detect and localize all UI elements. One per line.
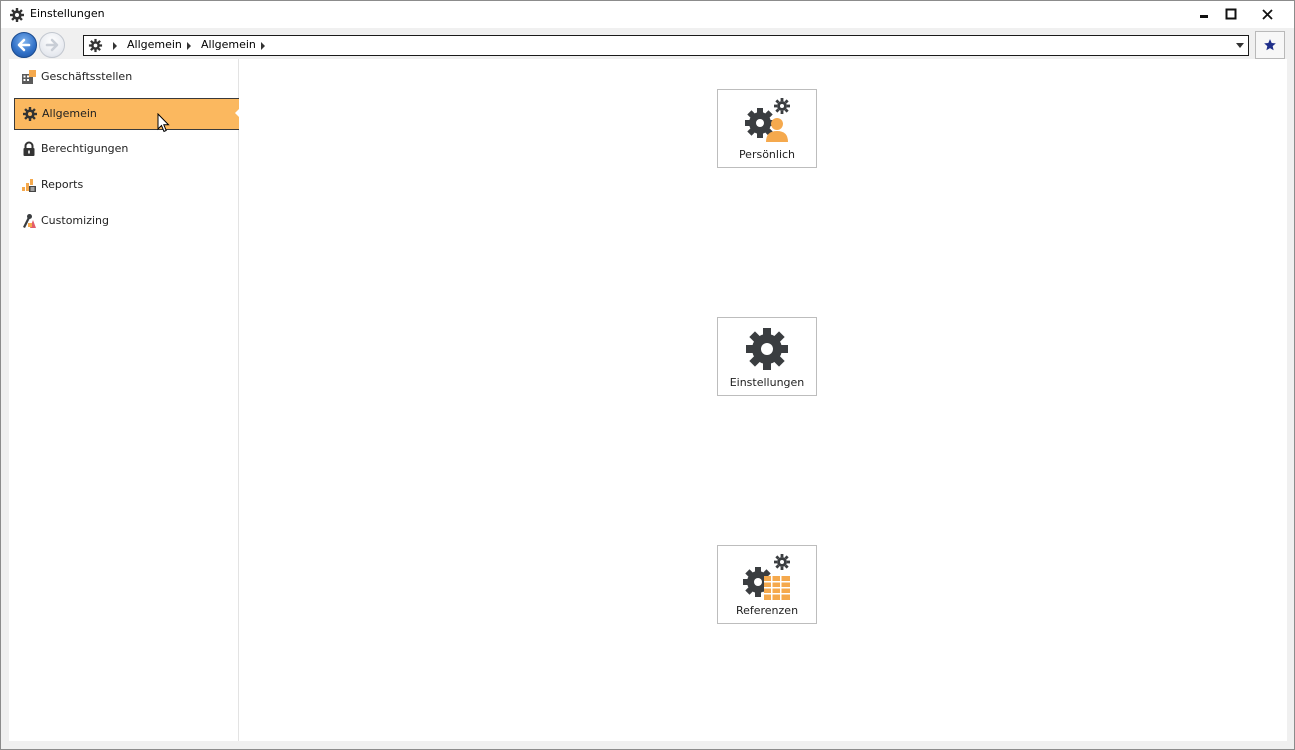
maximize-button[interactable] <box>1216 1 1246 27</box>
sidebar-item-customizing[interactable]: Customizing <box>14 206 237 236</box>
gear-icon <box>10 8 24 22</box>
reports-icon <box>22 179 36 192</box>
sidebar-item-geschaeftsstellen[interactable]: Geschäftsstellen <box>14 62 237 92</box>
window-title: Einstellungen <box>30 7 105 20</box>
sidebar: Geschäftsstellen Allgemein Berechtigunge… <box>9 59 240 741</box>
back-button[interactable] <box>11 32 37 58</box>
sidebar-item-label: Customizing <box>41 214 109 227</box>
sidebar-item-allgemein[interactable]: Allgemein <box>14 98 240 130</box>
sidebar-item-label: Geschäftsstellen <box>41 70 133 83</box>
lock-icon <box>23 141 35 156</box>
gear-icon <box>23 107 37 121</box>
sidebar-item-reports[interactable]: Reports <box>14 170 237 200</box>
breadcrumb-separator-icon[interactable] <box>261 42 265 50</box>
sidebar-item-label: Allgemein <box>42 107 97 120</box>
tile-persoenlich[interactable]: Persönlich <box>717 89 817 168</box>
close-icon <box>1261 8 1273 20</box>
breadcrumb-separator-icon[interactable] <box>113 42 117 50</box>
minimize-button[interactable] <box>1189 1 1219 27</box>
breadcrumb-item[interactable]: Allgemein <box>127 38 182 51</box>
title-bar: Einstellungen <box>1 1 1294 28</box>
tile-label: Persönlich <box>738 148 796 161</box>
arrow-right-icon <box>45 38 59 52</box>
tile-einstellungen[interactable]: Einstellungen <box>717 317 817 396</box>
minimize-icon <box>1200 15 1208 18</box>
breadcrumb-item[interactable]: Allgemein <box>201 38 256 51</box>
breadcrumb[interactable]: Allgemein Allgemein <box>83 35 1249 56</box>
arrow-left-icon <box>17 38 31 52</box>
tile-label: Referenzen <box>735 604 799 617</box>
close-button[interactable] <box>1252 1 1282 27</box>
gear-person-icon <box>745 98 790 142</box>
favorite-button[interactable] <box>1255 31 1285 59</box>
main-content: Persönlich Einstellungen Referenzen <box>239 59 1287 741</box>
settings-window: Einstellungen Allgemein Allgemein Geschä… <box>0 0 1295 750</box>
mouse-cursor-icon <box>157 113 170 133</box>
address-bar: Allgemein Allgemein <box>1 29 1294 59</box>
building-icon <box>22 70 36 84</box>
star-icon <box>1264 39 1276 51</box>
tile-label: Einstellungen <box>729 376 805 389</box>
sidebar-item-label: Reports <box>41 178 84 191</box>
gear-icon <box>746 328 788 370</box>
sidebar-item-berechtigungen[interactable]: Berechtigungen <box>14 134 237 164</box>
maximize-icon <box>1225 8 1237 20</box>
gear-icon <box>88 38 103 53</box>
breadcrumb-separator-icon[interactable] <box>187 42 191 50</box>
tile-referenzen[interactable]: Referenzen <box>717 545 817 624</box>
gear-table-icon <box>743 554 790 600</box>
customizing-icon <box>23 214 36 228</box>
forward-button[interactable] <box>39 32 65 58</box>
chevron-down-icon[interactable] <box>1236 43 1244 48</box>
sidebar-item-label: Berechtigungen <box>41 142 129 155</box>
